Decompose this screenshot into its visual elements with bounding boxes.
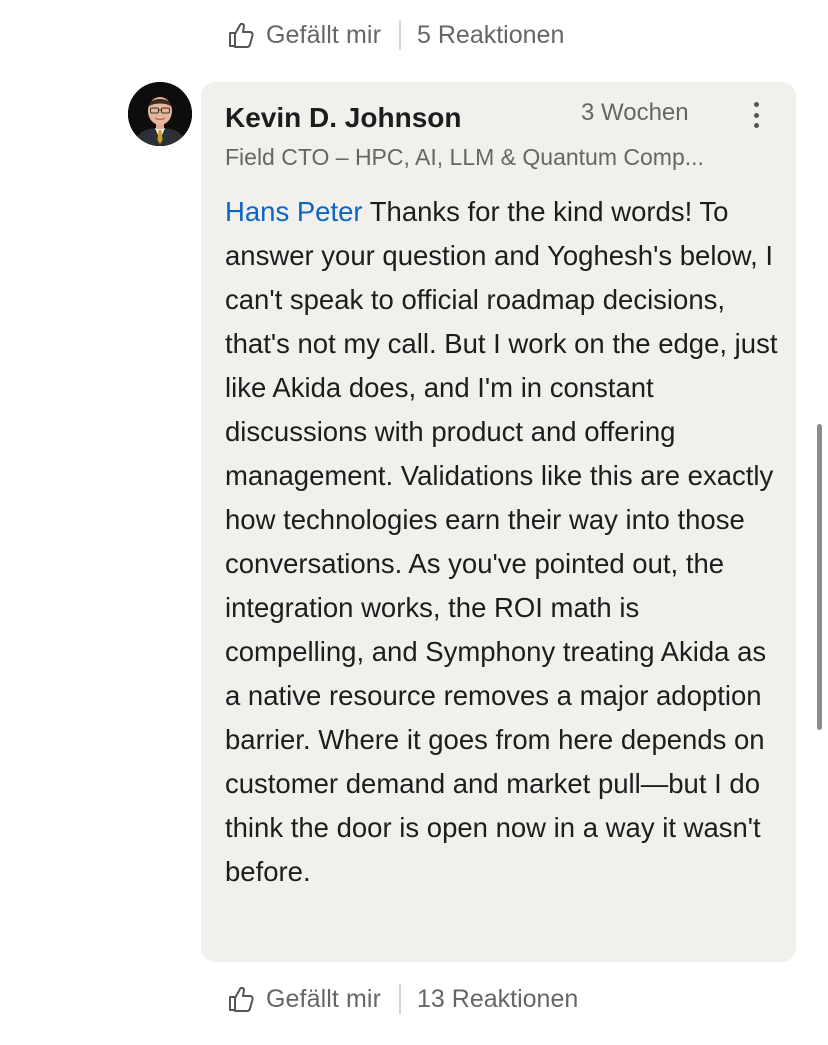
like-label: Gefällt mir [266, 984, 382, 1013]
reactions-count[interactable]: 5 Reaktionen [417, 21, 564, 50]
comment-actions: Gefällt mir 13 Reaktionen [226, 979, 578, 1019]
thumbs-up-icon [229, 986, 254, 1012]
more-options-button[interactable] [745, 98, 767, 132]
like-button[interactable]: Gefällt mir [226, 20, 381, 50]
comment-text: Thanks for the kind words! To answer you… [225, 196, 778, 887]
like-button[interactable]: Gefällt mir [226, 984, 381, 1014]
comment-thread: Gefällt mir 5 Reaktionen Kevin D. Johnso… [0, 0, 828, 1045]
mention-link[interactable]: Hans Peter [225, 196, 363, 227]
like-label: Gefällt mir [266, 20, 382, 49]
profile-photo [128, 82, 192, 146]
scrollbar-thumb[interactable] [817, 424, 822, 730]
action-divider [399, 20, 402, 50]
author-headline: Field CTO – HPC, AI, LLM & Quantum Comp.… [225, 144, 704, 170]
more-vertical-icon-dot [753, 112, 759, 118]
comment-bubble: Kevin D. Johnson 3 Wochen Field CTO – HP… [201, 82, 796, 962]
reactions-count[interactable]: 13 Reaktionen [417, 985, 578, 1014]
comment-body: Hans Peter Thanks for the kind words! To… [225, 190, 785, 894]
more-vertical-icon-dot [753, 102, 759, 107]
action-divider [399, 984, 402, 1014]
avatar[interactable] [128, 82, 192, 146]
author-name[interactable]: Kevin D. Johnson [225, 102, 461, 134]
comment-timestamp: 3 Wochen [581, 99, 689, 126]
previous-comment-actions: Gefällt mir 5 Reaktionen [226, 15, 564, 55]
more-vertical-icon-dot [753, 123, 759, 128]
thumbs-up-icon [229, 22, 254, 48]
